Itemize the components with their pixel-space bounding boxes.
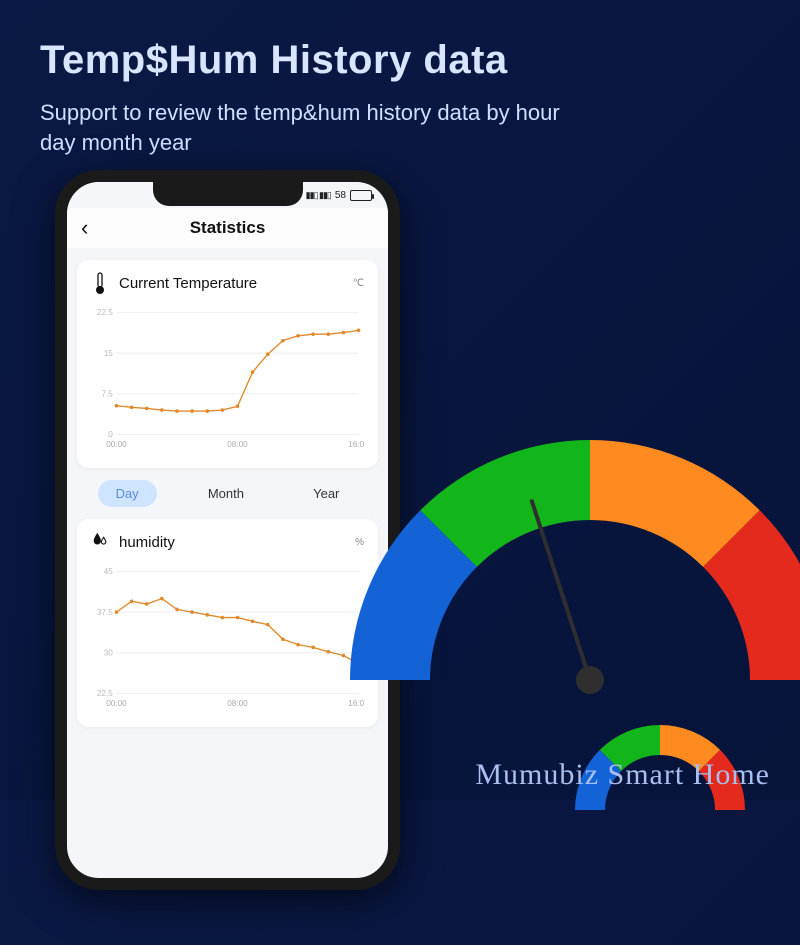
svg-text:15: 15 — [104, 349, 114, 358]
thermometer-icon — [91, 272, 109, 294]
back-icon[interactable]: ‹ — [81, 215, 88, 241]
tab-month[interactable]: Month — [190, 480, 262, 507]
svg-text:37.5: 37.5 — [97, 608, 113, 617]
nav-title: Statistics — [190, 218, 266, 238]
temperature-chart[interactable]: 07.51522.500:0008:0016:00 — [91, 298, 364, 458]
tab-day[interactable]: Day — [98, 480, 157, 507]
temperature-unit: ℃ — [353, 278, 364, 289]
svg-text:00:00: 00:00 — [106, 699, 127, 708]
svg-text:7.5: 7.5 — [101, 390, 113, 399]
phone-notch — [153, 182, 303, 206]
page-headline: Temp$Hum History data — [40, 38, 508, 83]
svg-text:22.5: 22.5 — [97, 308, 113, 317]
brand-watermark: Mumubiz Smart Home — [475, 758, 770, 792]
svg-text:30: 30 — [104, 649, 114, 658]
svg-text:08:00: 08:00 — [227, 440, 248, 449]
temperature-title: Current Temperature — [119, 275, 257, 292]
svg-text:45: 45 — [104, 567, 114, 576]
humidity-icon — [91, 531, 109, 553]
battery-percent: 58 — [335, 190, 346, 201]
battery-icon — [350, 190, 372, 201]
svg-text:0: 0 — [108, 430, 113, 439]
page-subhead: Support to review the temp&hum history d… — [40, 98, 560, 157]
gauge-small — [565, 715, 755, 905]
svg-text:22.5: 22.5 — [97, 689, 113, 698]
nav-bar: ‹ Statistics — [67, 208, 388, 248]
humidity-chart[interactable]: 22.53037.54500:0008:0016:00 — [91, 557, 364, 717]
signal-icon: ▮▮▯ ▮▮▯ — [306, 190, 331, 201]
svg-text:00:00: 00:00 — [106, 440, 127, 449]
humidity-title: humidity — [119, 534, 175, 551]
svg-text:08:00: 08:00 — [227, 699, 248, 708]
